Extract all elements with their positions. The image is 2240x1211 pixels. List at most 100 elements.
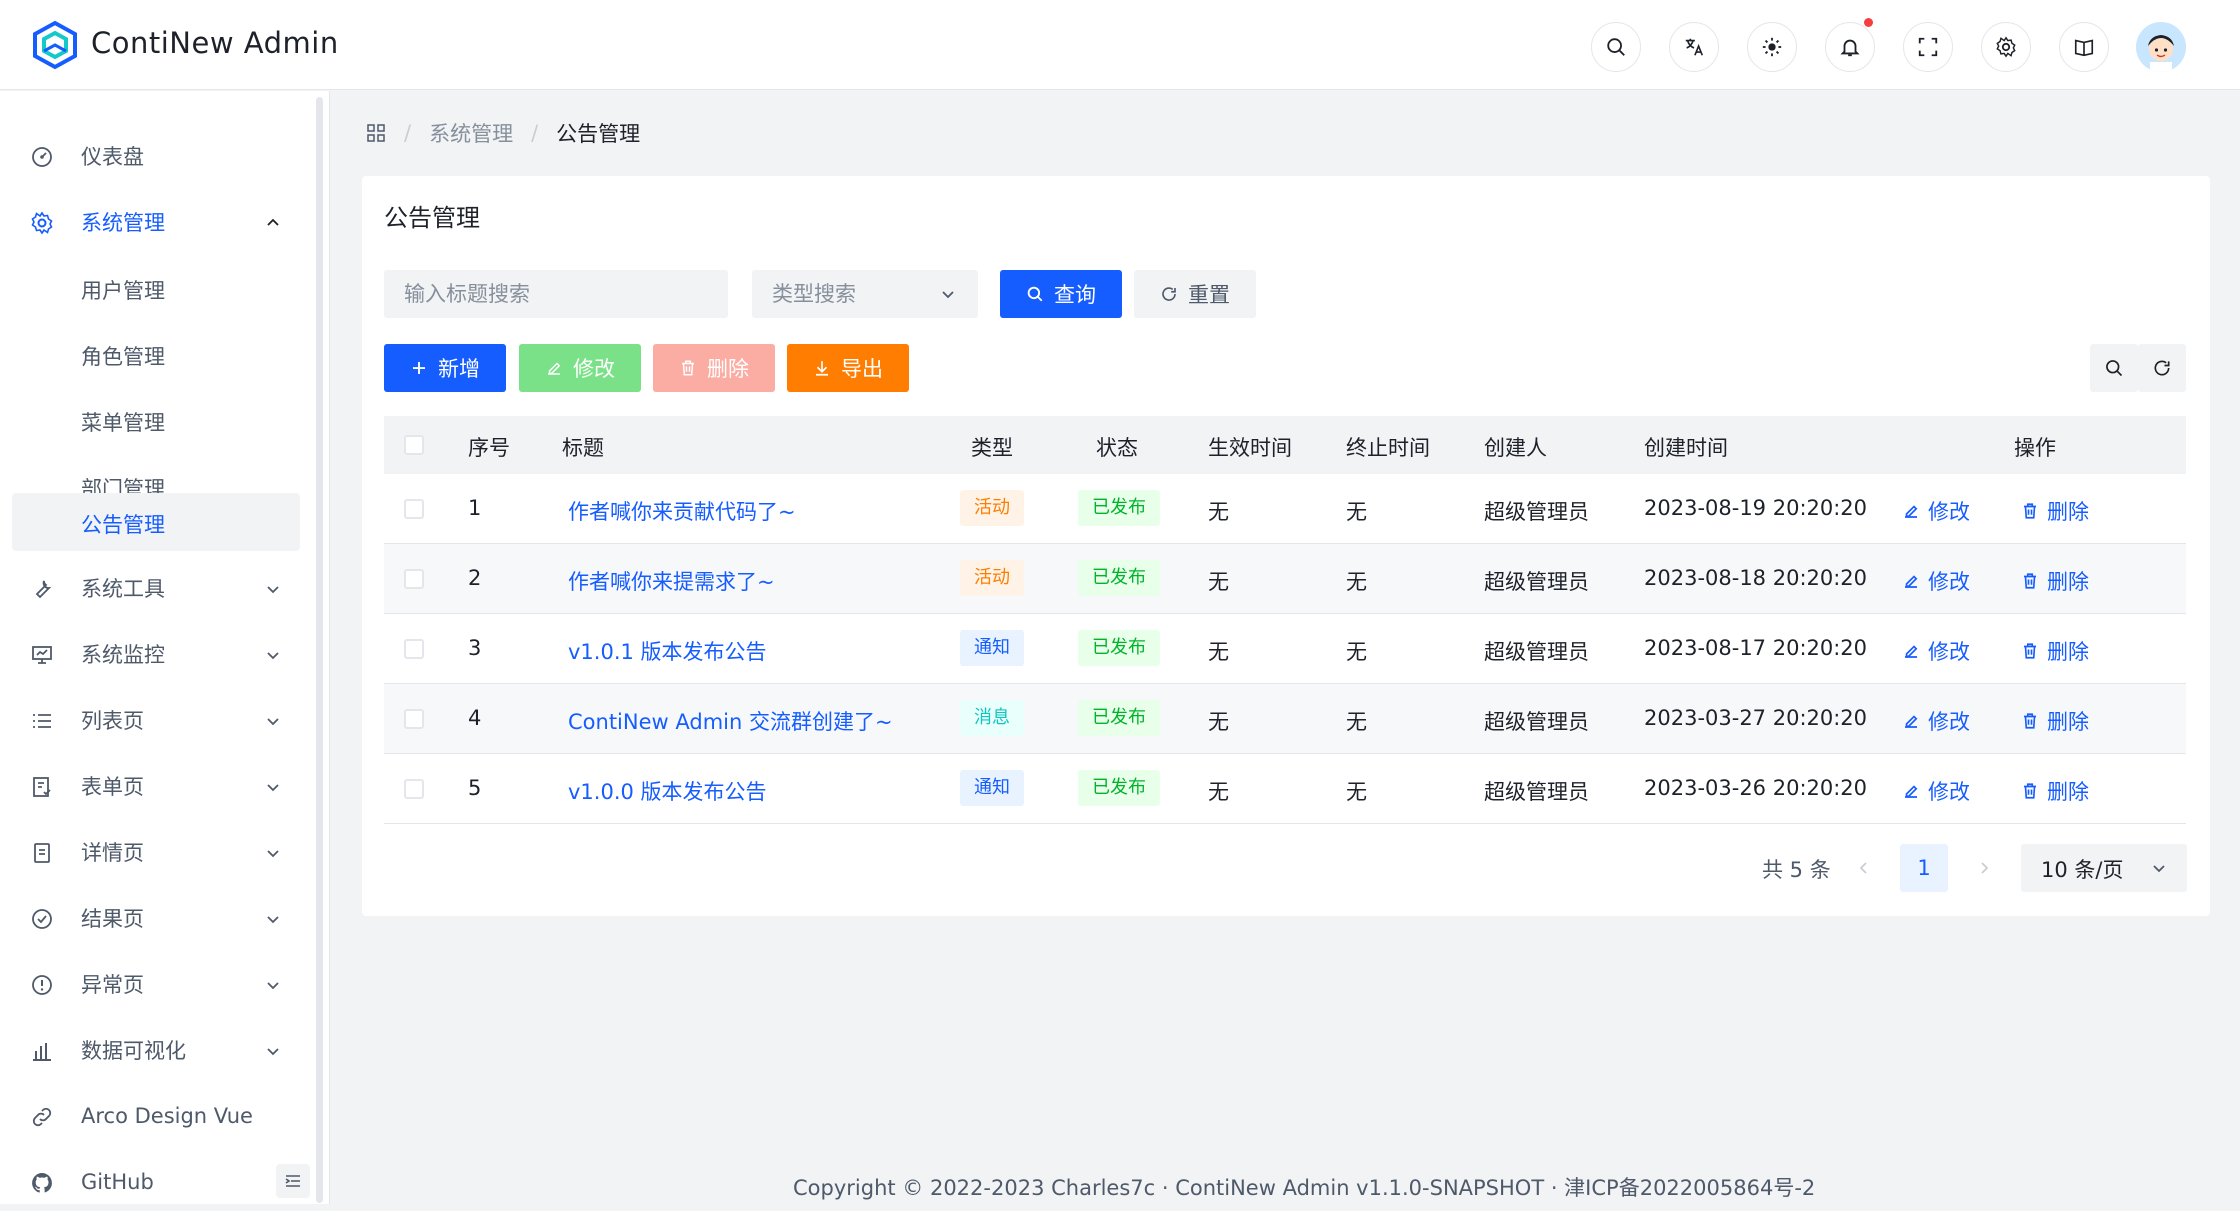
header-effective-time: 生效时间 — [1208, 436, 1292, 460]
header-docs-button[interactable] — [2059, 22, 2109, 72]
edit-button-label: 修改 — [573, 357, 615, 381]
row-edit-button[interactable]: 修改 — [1902, 706, 1970, 736]
sidebar-item-data-visualization[interactable]: 数据可视化 — [12, 1021, 300, 1079]
row-delete-button[interactable]: 删除 — [2021, 496, 2089, 526]
announcement-card: 公告管理 输入标题搜索 类型搜索 查询 重置 新增 修改 删除 导出 序号 标题… — [362, 176, 2210, 916]
add-button-label: 新增 — [438, 357, 480, 381]
table-header: 序号 标题 类型 状态 生效时间 终止时间 创建人 创建时间 操作 — [384, 416, 2186, 474]
sidebar-item-result-page[interactable]: 结果页 — [12, 889, 300, 947]
header-theme-button[interactable] — [1747, 22, 1797, 72]
next-page-icon[interactable] — [1976, 860, 1992, 876]
top-header: ContiNew Admin — [0, 0, 2240, 90]
add-button[interactable]: 新增 — [384, 344, 506, 392]
row-edit-button[interactable]: 修改 — [1902, 566, 1970, 596]
row-checkbox[interactable] — [404, 779, 424, 799]
table-refresh-button[interactable] — [2138, 344, 2186, 392]
header-settings-button[interactable] — [1981, 22, 2031, 72]
sidebar-item-label: Arco Design Vue — [81, 1104, 253, 1128]
header-creator: 创建人 — [1484, 436, 1547, 460]
row-checkbox[interactable] — [404, 639, 424, 659]
row-edit-button[interactable]: 修改 — [1902, 496, 1970, 526]
sidebar-item-exception-page[interactable]: 异常页 — [12, 955, 300, 1013]
user-avatar[interactable] — [2136, 22, 2186, 72]
header-fullscreen-button[interactable] — [1903, 22, 1953, 72]
sidebar-subitem-user-management[interactable]: 用户管理 — [12, 259, 300, 317]
type-tag: 通知 — [960, 770, 1024, 806]
bar-chart-icon — [33, 1043, 51, 1061]
sidebar-item-arco-design-vue[interactable]: Arco Design Vue — [12, 1087, 300, 1145]
app-title[interactable]: ContiNew Admin — [91, 26, 339, 60]
row-checkbox[interactable] — [404, 569, 424, 589]
header-index: 序号 — [468, 436, 510, 460]
sidebar: 仪表盘 系统管理 用户管理 角色管理 菜单管理 部门管理 公告管理 系统工具 系… — [0, 91, 330, 1204]
breadcrumb-current: 公告管理 — [556, 122, 641, 146]
row-edit-button[interactable]: 修改 — [1902, 776, 1970, 806]
gear-icon — [31, 211, 53, 235]
row-effective-time: 无 — [1208, 570, 1229, 594]
sidebar-item-system-management[interactable]: 系统管理 — [12, 193, 300, 251]
trash-icon — [2024, 643, 2036, 659]
row-checkbox[interactable] — [404, 499, 424, 519]
chevron-down-icon — [942, 291, 954, 299]
sidebar-subitem-role-management[interactable]: 角色管理 — [12, 325, 300, 383]
sidebar-subitem-menu-management[interactable]: 菜单管理 — [12, 391, 300, 449]
sidebar-item-github[interactable]: GitHub — [12, 1153, 300, 1211]
fullscreen-icon — [1918, 37, 1938, 57]
row-delete-button[interactable]: 删除 — [2021, 636, 2089, 666]
edit-icon — [1905, 715, 1918, 728]
header-notification-button[interactable] — [1825, 22, 1875, 72]
row-title-link[interactable]: 作者喊你来贡献代码了~ — [568, 496, 796, 526]
reset-button[interactable]: 重置 — [1134, 270, 1256, 318]
header-search-button[interactable] — [1591, 22, 1641, 72]
page-size-select[interactable]: 10 条/页 — [2021, 844, 2187, 892]
sidebar-item-detail-page[interactable]: 详情页 — [12, 823, 300, 881]
header-language-button[interactable] — [1669, 22, 1719, 72]
row-delete-button[interactable]: 删除 — [2021, 566, 2089, 596]
refresh-icon — [1162, 287, 1176, 301]
sidebar-item-system-tools[interactable]: 系统工具 — [12, 559, 300, 617]
row-title-link[interactable]: v1.0.0 版本发布公告 — [568, 776, 767, 806]
sidebar-collapse-button[interactable] — [276, 1164, 310, 1198]
edit-button[interactable]: 修改 — [519, 344, 641, 392]
select-all-checkbox[interactable] — [404, 435, 424, 455]
sidebar-item-form-page[interactable]: 表单页 — [12, 757, 300, 815]
export-button-label: 导出 — [841, 357, 883, 381]
page-button-current[interactable]: 1 — [1900, 844, 1948, 892]
sidebar-item-dashboard[interactable]: 仪表盘 — [12, 127, 300, 185]
table-search-toggle-button[interactable] — [2090, 344, 2138, 392]
row-delete-label: 删除 — [2047, 780, 2089, 804]
edit-icon — [548, 362, 561, 375]
file-icon — [34, 843, 50, 863]
table-row: 3 v1.0.1 版本发布公告 通知 已发布 无 无 超级管理员 2023-08… — [384, 614, 2186, 684]
app-logo-icon[interactable] — [30, 20, 80, 70]
row-edit-button[interactable]: 修改 — [1902, 636, 1970, 666]
apps-grid-icon[interactable] — [366, 123, 386, 143]
type-tag: 活动 — [960, 560, 1024, 596]
title-search-input[interactable]: 输入标题搜索 — [384, 270, 728, 318]
delete-button[interactable]: 删除 — [653, 344, 775, 392]
row-title-link[interactable]: v1.0.1 版本发布公告 — [568, 636, 767, 666]
plus-icon — [413, 362, 425, 374]
search-icon — [2106, 360, 2123, 377]
row-delete-button[interactable]: 删除 — [2021, 706, 2089, 736]
row-delete-button[interactable]: 删除 — [2021, 776, 2089, 806]
page-number: 1 — [1917, 856, 1931, 880]
sidebar-item-list-page[interactable]: 列表页 — [12, 691, 300, 749]
row-title-link[interactable]: ContiNew Admin 交流群创建了~ — [568, 706, 893, 736]
sidebar-subitem-announcement-management[interactable]: 公告管理 — [12, 493, 300, 551]
header-end-time: 终止时间 — [1346, 436, 1430, 460]
row-title-link[interactable]: 作者喊你来提需求了~ — [568, 566, 775, 596]
sidebar-scrollbar[interactable] — [316, 97, 323, 1203]
sidebar-item-system-monitor[interactable]: 系统监控 — [12, 625, 300, 683]
query-button[interactable]: 查询 — [1000, 270, 1122, 318]
sidebar-item-label: 异常页 — [81, 973, 144, 997]
type-search-select[interactable]: 类型搜索 — [752, 270, 978, 318]
sidebar-item-label: 结果页 — [81, 907, 144, 931]
row-checkbox[interactable] — [404, 709, 424, 729]
breadcrumb-level1[interactable]: 系统管理 — [429, 118, 513, 148]
prev-page-icon[interactable] — [1856, 860, 1872, 876]
chevron-down-icon — [267, 982, 279, 990]
export-button[interactable]: 导出 — [787, 344, 909, 392]
header-type: 类型 — [971, 436, 1013, 460]
download-icon — [816, 361, 828, 376]
